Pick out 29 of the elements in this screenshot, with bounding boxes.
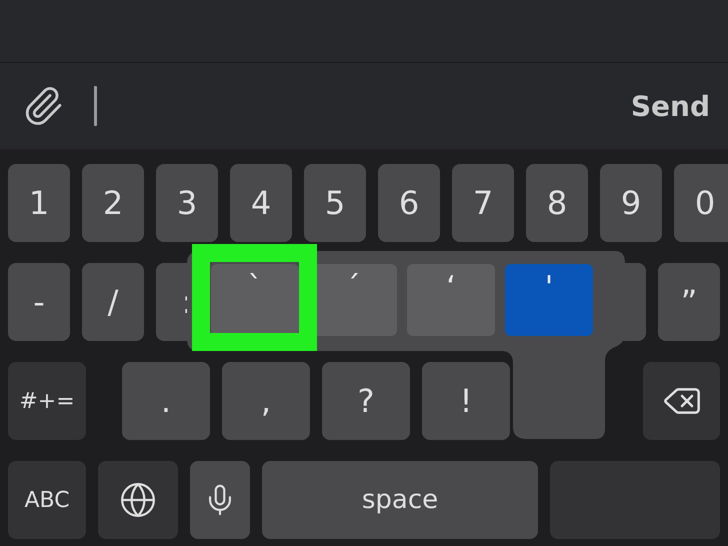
keyboard-key[interactable]: ” <box>658 263 720 341</box>
send-button[interactable]: Send <box>630 90 710 122</box>
keyboard-key[interactable]: 5 <box>304 164 366 242</box>
keyboard-key[interactable]: ? <box>322 362 410 440</box>
keyboard-key[interactable]: 7 <box>452 164 514 242</box>
globe-key[interactable] <box>98 461 178 539</box>
keyboard-key[interactable]: / <box>82 263 144 341</box>
mode-key[interactable]: #+= <box>8 362 86 440</box>
keyboard-key[interactable]: 3 <box>156 164 218 242</box>
keyboard-key[interactable]: 1 <box>8 164 70 242</box>
keyboard-key[interactable]: - <box>8 263 70 341</box>
accent-option[interactable]: ‘ <box>407 264 495 336</box>
keyboard-key[interactable]: . <box>122 362 210 440</box>
space-key[interactable]: space <box>262 461 538 539</box>
keyboard-key[interactable]: 9 <box>600 164 662 242</box>
keyboard-key[interactable]: 4 <box>230 164 292 242</box>
keyboard-key[interactable]: 2 <box>82 164 144 242</box>
keyboard-key[interactable]: 6 <box>378 164 440 242</box>
text-cursor <box>94 86 97 126</box>
keyboard-key[interactable]: ! <box>422 362 510 440</box>
microphone-key[interactable] <box>190 461 250 539</box>
keyboard-key[interactable]: 0 <box>674 164 728 242</box>
accent-option[interactable]: ` <box>211 264 299 336</box>
keyboard-key[interactable]: , <box>222 362 310 440</box>
globe-icon <box>119 481 157 519</box>
backspace-key[interactable] <box>643 362 720 440</box>
keyboard-key[interactable]: 8 <box>526 164 588 242</box>
accent-option[interactable]: ' <box>505 264 593 336</box>
mode-key[interactable]: ABC <box>8 461 86 539</box>
